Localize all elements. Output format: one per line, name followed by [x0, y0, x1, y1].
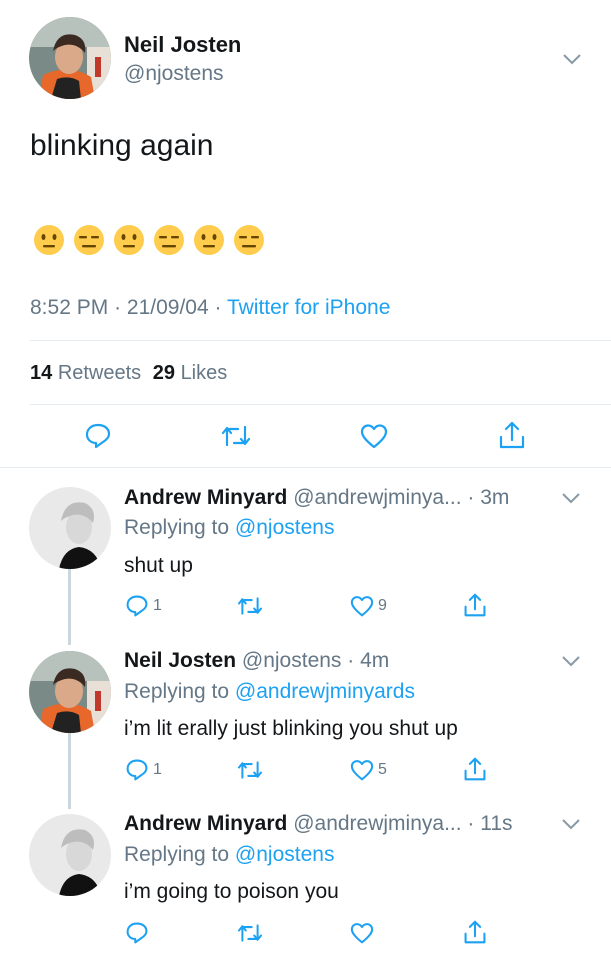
chevron-down-icon[interactable]: [561, 817, 581, 831]
retweet-button[interactable]: [236, 759, 264, 781]
like-button[interactable]: [350, 922, 374, 944]
chevron-down-icon[interactable]: [562, 52, 582, 66]
share-button[interactable]: [498, 420, 526, 450]
retweet-button[interactable]: [236, 595, 264, 617]
like-button[interactable]: [360, 423, 388, 449]
tweet-meta: 8:52 PM · 21/09/04 · Twitter for iPhone: [30, 295, 390, 321]
tweet-time: 8:52 PM: [30, 296, 109, 319]
share-icon: [464, 920, 486, 944]
divider: [30, 340, 611, 341]
tweet-date: 21/09/04: [126, 296, 209, 319]
reply-header: Andrew Minyard @andrewjminya... · 3m: [124, 485, 509, 511]
share-button[interactable]: [463, 592, 487, 618]
heart-icon: [360, 424, 388, 449]
tweet-stats: 14 Retweets 29 Likes: [30, 360, 227, 386]
meta-separator: ·: [214, 296, 222, 319]
main-display-name[interactable]: Neil Josten: [124, 32, 241, 58]
avatar-neil[interactable]: [29, 17, 111, 99]
divider: [0, 467, 611, 468]
share-button[interactable]: [463, 756, 487, 782]
reply-button[interactable]: [125, 921, 149, 945]
share-icon: [464, 593, 486, 617]
reply-text: i’m lit erally just blinking you shut up: [124, 717, 458, 740]
reply-icon: [126, 759, 148, 781]
likes-stat[interactable]: 29 Likes: [153, 362, 228, 384]
replying-to: Replying to @njostens: [124, 515, 334, 541]
like-button[interactable]: 5: [350, 759, 387, 781]
tweet-source[interactable]: Twitter for iPhone: [227, 296, 390, 319]
reply-count: 1: [153, 597, 162, 614]
thread-line: [68, 733, 71, 809]
expressionless-face-icon: [234, 225, 264, 255]
retweet-icon: [237, 761, 263, 779]
reply-button[interactable]: 1: [125, 758, 162, 782]
reply-display-name[interactable]: Neil Josten: [124, 649, 236, 672]
retweets-label: Retweets: [57, 362, 142, 384]
chevron-down-icon[interactable]: [561, 491, 581, 505]
share-button[interactable]: [463, 919, 487, 945]
neutral-face-icon: [114, 225, 144, 255]
neutral-face-icon: [194, 225, 224, 255]
replying-to: Replying to @andrewjminyards: [124, 679, 415, 705]
expressionless-face-icon: [74, 225, 104, 255]
neutral-face-icon: [34, 225, 64, 255]
retweet-icon: [237, 924, 263, 942]
retweet-icon: [237, 597, 263, 615]
like-count: 5: [378, 761, 387, 778]
retweets-stat[interactable]: 14 Retweets: [30, 362, 147, 384]
reply-handle-time[interactable]: @andrewjminya... · 11s: [293, 812, 512, 835]
replying-to: Replying to @njostens: [124, 842, 334, 868]
chevron-down-icon[interactable]: [561, 654, 581, 668]
heart-icon: [350, 596, 374, 617]
reply-text: i’m going to poison you: [124, 880, 339, 903]
emoji-row: [33, 224, 293, 258]
reply-handle-time[interactable]: @andrewjminya... · 3m: [293, 486, 509, 509]
main-tweet-text: blinking again: [30, 129, 214, 162]
avatar-andrew[interactable]: [29, 487, 111, 569]
divider: [30, 404, 611, 405]
replying-to-label: Replying to: [124, 680, 230, 703]
replying-to-handle[interactable]: @njostens: [235, 843, 335, 866]
retweet-icon: [221, 425, 251, 447]
share-icon: [499, 421, 525, 449]
replying-to-label: Replying to: [124, 516, 230, 539]
retweet-button[interactable]: [236, 922, 264, 944]
expressionless-face-icon: [154, 225, 184, 255]
reply-button[interactable]: 1: [125, 594, 162, 618]
meta-separator: ·: [114, 296, 122, 319]
reply-icon: [126, 595, 148, 617]
replying-to-handle[interactable]: @andrewjminyards: [235, 680, 415, 703]
avatar-neil[interactable]: [29, 651, 111, 733]
reply-count: 1: [153, 761, 162, 778]
avatar-andrew[interactable]: [29, 814, 111, 896]
like-button[interactable]: 9: [350, 595, 387, 617]
retweets-count: 14: [30, 362, 53, 384]
reply-display-name[interactable]: Andrew Minyard: [124, 812, 287, 835]
reply-display-name[interactable]: Andrew Minyard: [124, 486, 287, 509]
heart-icon: [350, 760, 374, 781]
reply-header: Andrew Minyard @andrewjminya... · 11s: [124, 811, 513, 837]
replying-to-label: Replying to: [124, 843, 230, 866]
thread-line: [68, 569, 71, 645]
reply-text: shut up: [124, 554, 193, 577]
replying-to-handle[interactable]: @njostens: [235, 516, 335, 539]
likes-label: Likes: [180, 362, 228, 384]
reply-header: Neil Josten @njostens · 4m: [124, 648, 389, 674]
reply-button[interactable]: [84, 422, 112, 450]
reply-icon: [85, 423, 111, 449]
reply-handle-time[interactable]: @njostens · 4m: [242, 649, 389, 672]
main-handle[interactable]: @njostens: [124, 61, 224, 87]
likes-count: 29: [152, 362, 175, 384]
heart-icon: [350, 923, 374, 944]
share-icon: [464, 757, 486, 781]
like-count: 9: [378, 597, 387, 614]
retweet-button[interactable]: [220, 423, 252, 449]
reply-icon: [126, 922, 148, 944]
